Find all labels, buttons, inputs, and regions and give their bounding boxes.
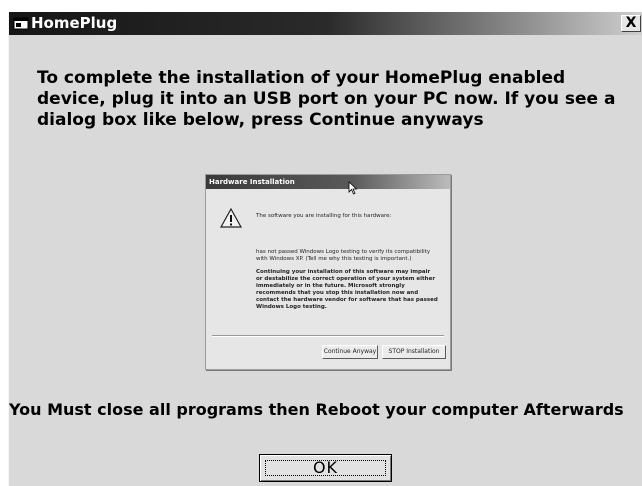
preview-line-2: has not passed Windows Logo testing to v… <box>256 249 431 262</box>
preview-stop-button: STOP Installation <box>382 345 446 359</box>
warning-icon <box>220 208 242 228</box>
preview-divider <box>212 335 444 337</box>
reboot-note: You Must close all programs then Reboot … <box>9 400 624 419</box>
preview-title: Hardware Installation <box>209 178 295 186</box>
mouse-cursor-icon <box>348 181 358 195</box>
window-title: HomePlug <box>31 14 118 32</box>
preview-title-bar: Hardware Installation <box>206 175 450 189</box>
title-bar[interactable]: HomePlug X <box>9 12 642 35</box>
preview-line-3: Continuing your installation of this sof… <box>256 269 438 310</box>
instruction-text: To complete the installation of your Hom… <box>37 68 616 130</box>
ok-button[interactable]: OK <box>259 454 392 482</box>
app-window-icon <box>13 17 29 30</box>
ok-label: OK <box>312 458 339 477</box>
homeplug-window: HomePlug X To complete the installation … <box>8 12 642 486</box>
close-button[interactable]: X <box>621 15 641 32</box>
preview-line-1: The software you are installing for this… <box>256 213 392 219</box>
dialog-preview-image: Hardware Installation The software you a… <box>205 174 451 370</box>
preview-continue-button: Continue Anyway <box>322 345 378 359</box>
